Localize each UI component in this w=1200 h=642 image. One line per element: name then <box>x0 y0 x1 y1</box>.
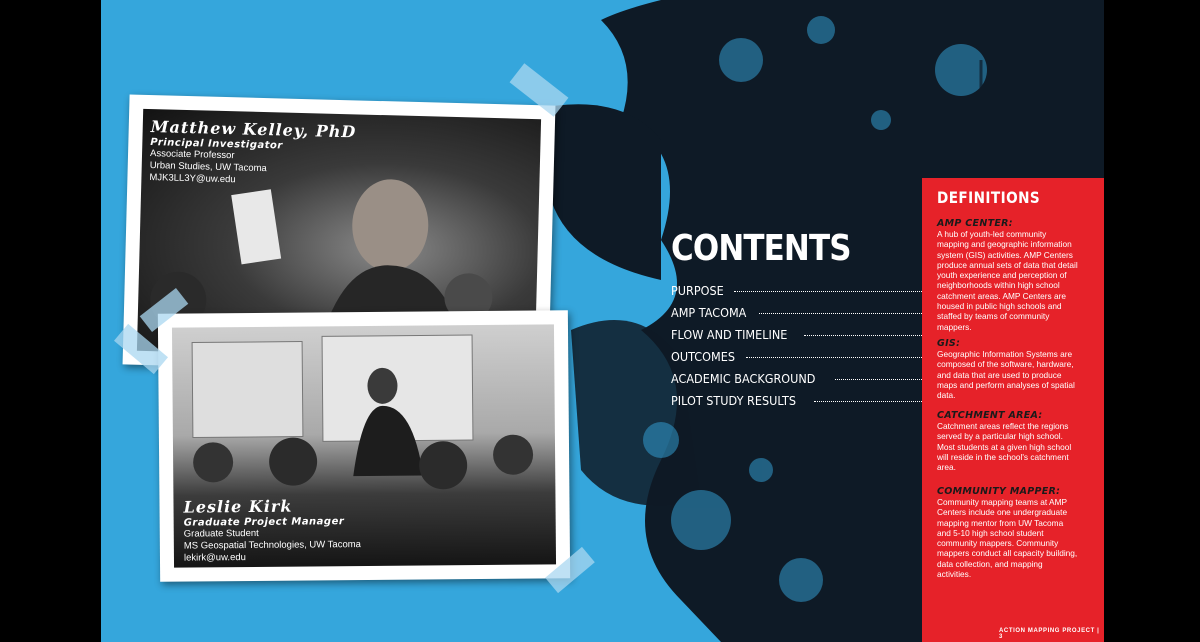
definitions-panel: DEFINITIONS AMP CENTER: A hub of youth-l… <box>922 178 1104 642</box>
contents-title: CONTENTS <box>671 228 852 269</box>
person-department: MS Geospatial Technologies, UW Tacoma <box>183 539 361 552</box>
toc-label: FLOW AND TIMELINE <box>671 327 788 342</box>
caption-matthew-kelley: Matthew Kelley, PhD Principal Investigat… <box>149 117 356 189</box>
toc-label: OUTCOMES <box>671 349 735 364</box>
page-footer: ACTION MAPPING PROJECT | 3 <box>999 628 1100 640</box>
person-name: Leslie Kirk <box>183 496 293 517</box>
definition-amp-center: AMP CENTER: A hub of youth-led community… <box>937 218 1079 332</box>
person-email: lekirk@uw.edu <box>183 552 246 564</box>
definition-text: Geographic Information Systems are compo… <box>937 349 1075 401</box>
toc-label: AMP TACOMA <box>671 305 747 320</box>
caption-leslie-kirk: Leslie Kirk Graduate Project Manager Gra… <box>183 496 361 565</box>
photo-leslie-kirk: Leslie Kirk Graduate Project Manager Gra… <box>157 310 571 582</box>
definition-gis: GIS: Geographic Information Systems are … <box>937 338 1079 400</box>
definition-text: Catchment areas reflect the regions serv… <box>937 421 1072 473</box>
definitions-title: DEFINITIONS <box>937 188 1041 207</box>
definition-community-mapper: COMMUNITY MAPPER: Community mapping team… <box>937 486 1079 579</box>
definition-catchment-area: CATCHMENT AREA: Catchment areas reflect … <box>937 410 1079 472</box>
toc-label: PILOT STUDY RESULTS <box>671 393 797 408</box>
definition-text: A hub of youth-led community mapping and… <box>937 229 1078 332</box>
definition-text: Community mapping teams at AMP Centers i… <box>937 497 1078 580</box>
brochure-spread: Matthew Kelley, PhD Principal Investigat… <box>101 0 1104 642</box>
toc-label: PURPOSE <box>671 283 724 298</box>
definition-term: CATCHMENT AREA: <box>937 410 1043 421</box>
definition-term: AMP CENTER: <box>937 218 1013 229</box>
toc-label: ACADEMIC BACKGROUND <box>671 371 816 386</box>
definition-term: GIS: <box>937 338 961 349</box>
definition-term: COMMUNITY MAPPER: <box>937 486 1061 497</box>
person-role: Graduate Project Manager <box>183 516 345 529</box>
